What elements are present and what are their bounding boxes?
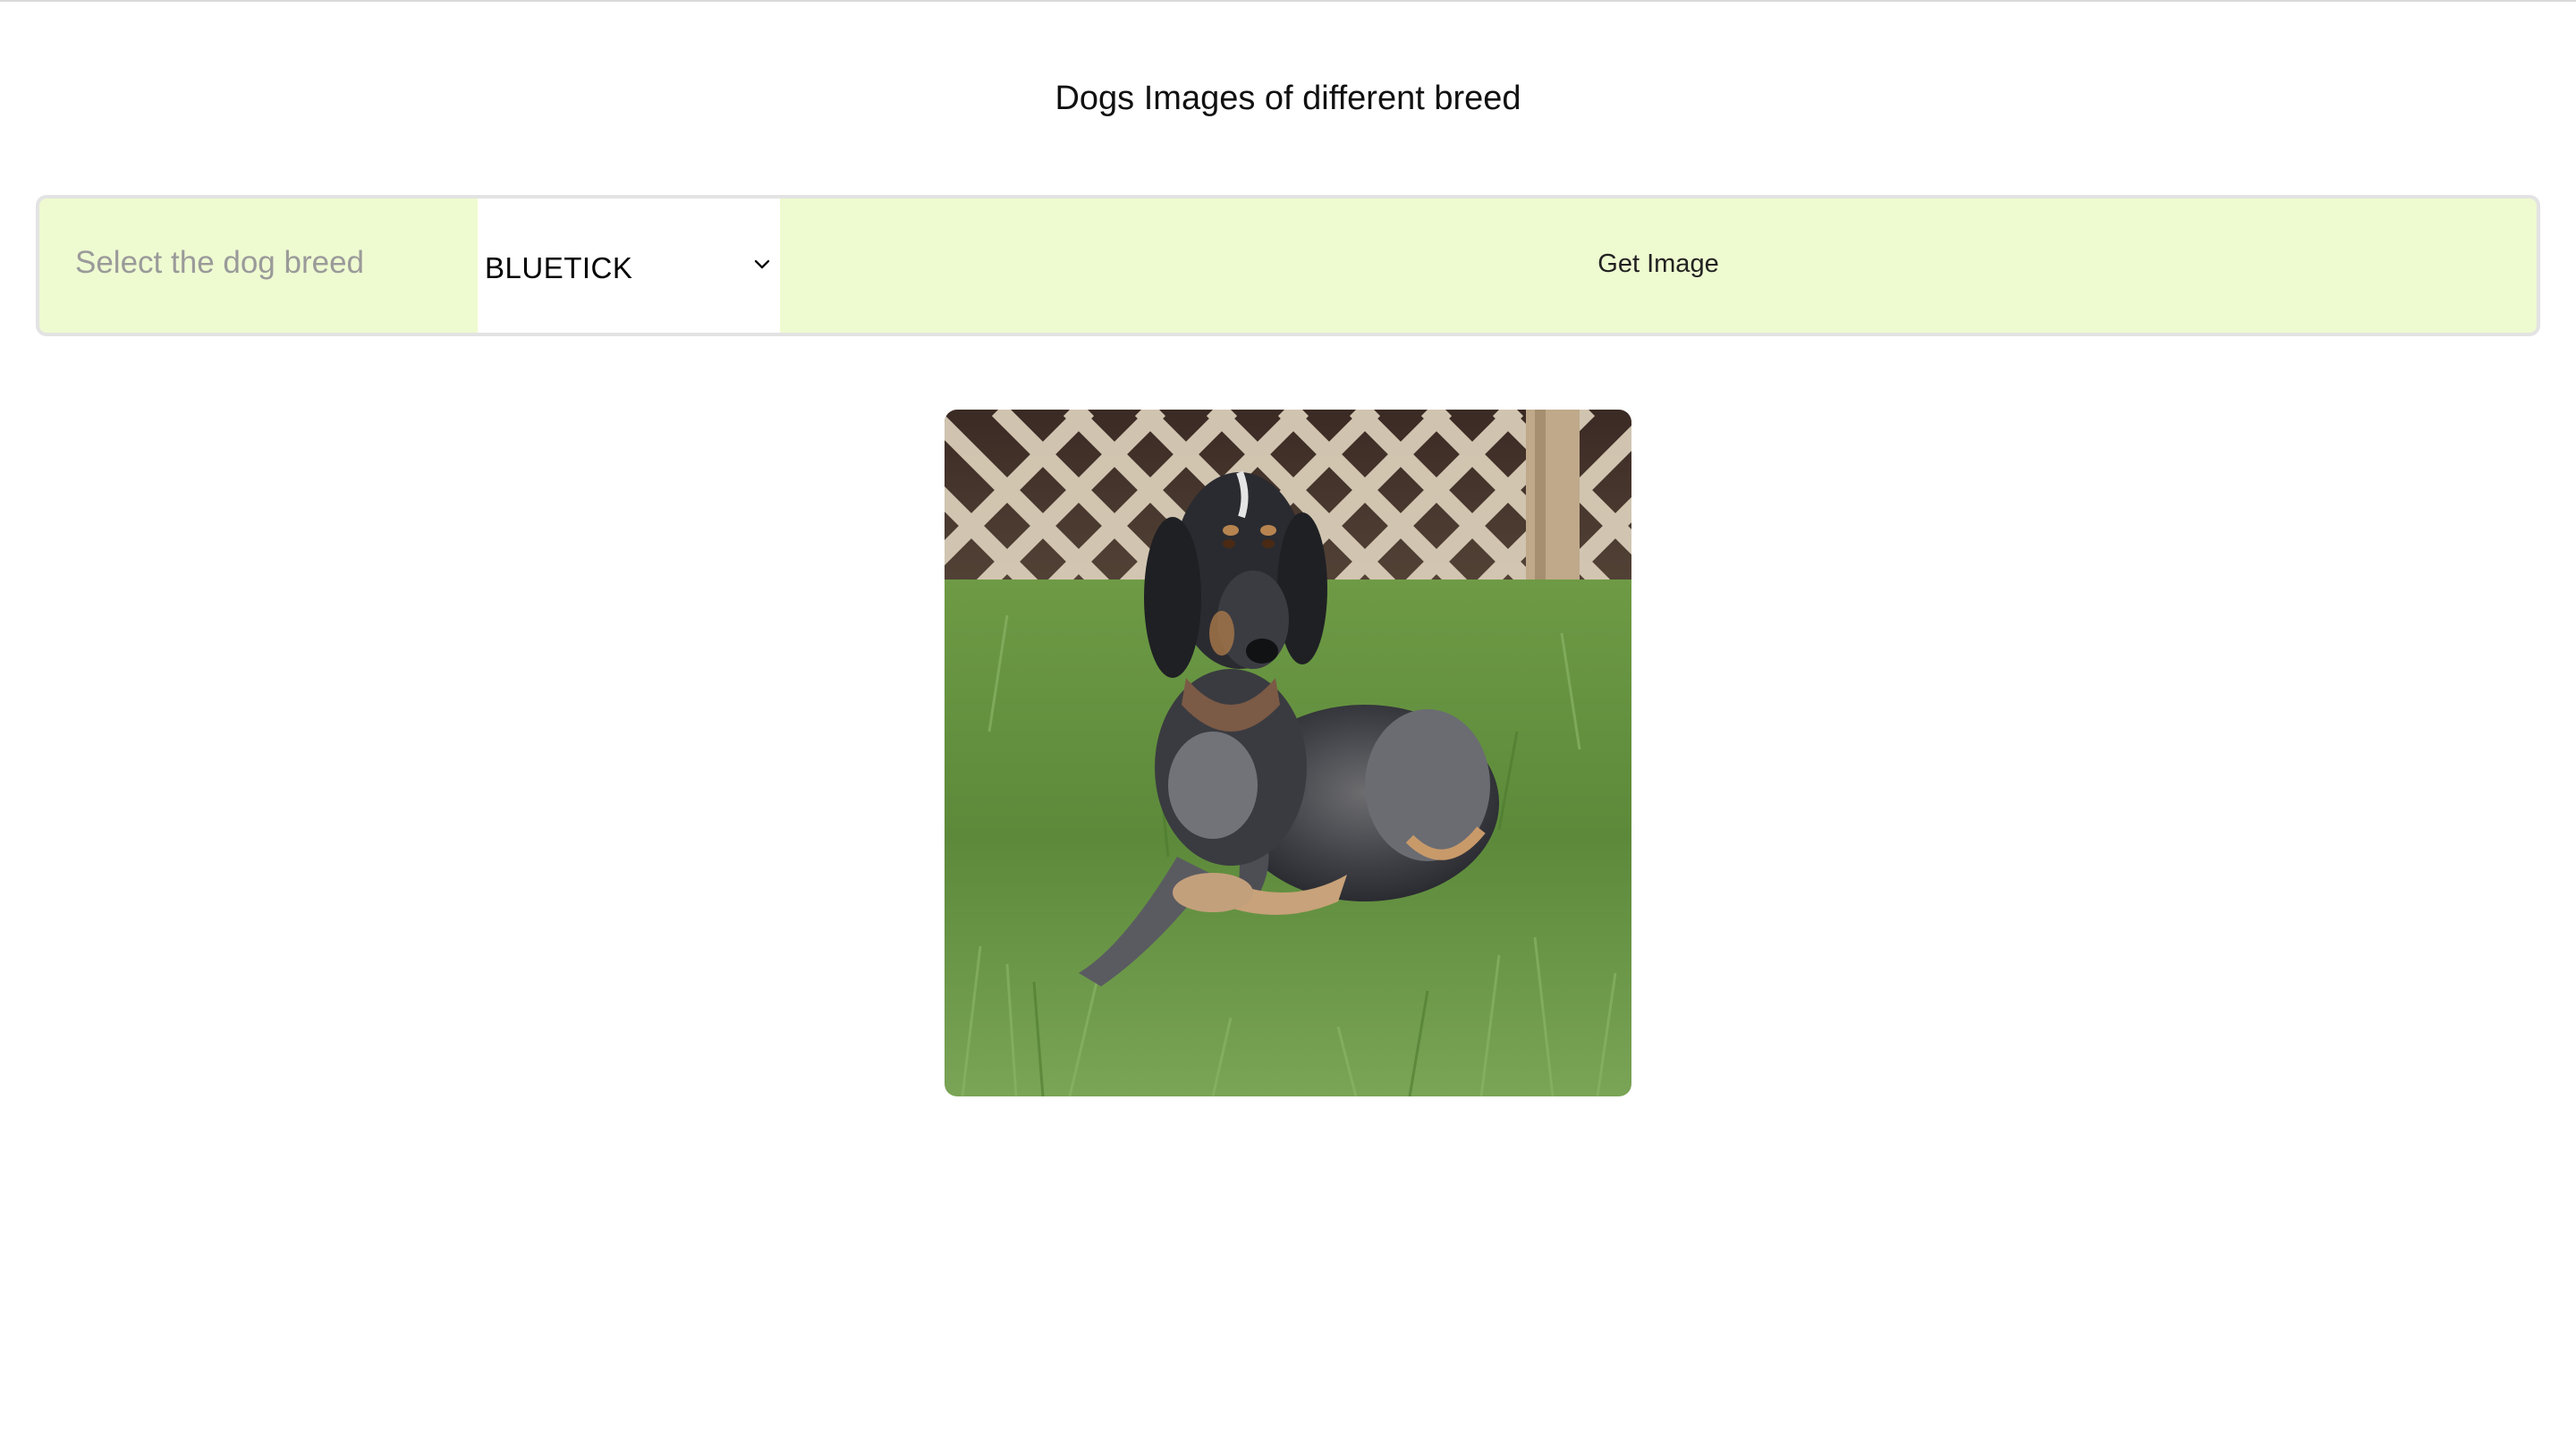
dog-photo bbox=[945, 410, 1631, 1096]
breed-select-value: BLUETICK bbox=[485, 251, 633, 284]
page-title: Dogs Images of different breed bbox=[1055, 80, 1521, 117]
get-image-button[interactable]: Get Image bbox=[780, 199, 2537, 333]
chevron-down-icon bbox=[754, 259, 770, 269]
breed-select-label: Select the dog breed bbox=[75, 245, 365, 280]
breed-controls-panel: Select the dog breed BLUETICK Get Image bbox=[36, 195, 2540, 336]
get-image-button-label: Get Image bbox=[1597, 250, 1719, 278]
breed-select[interactable]: BLUETICK bbox=[478, 199, 780, 333]
top-divider bbox=[0, 0, 2576, 2]
